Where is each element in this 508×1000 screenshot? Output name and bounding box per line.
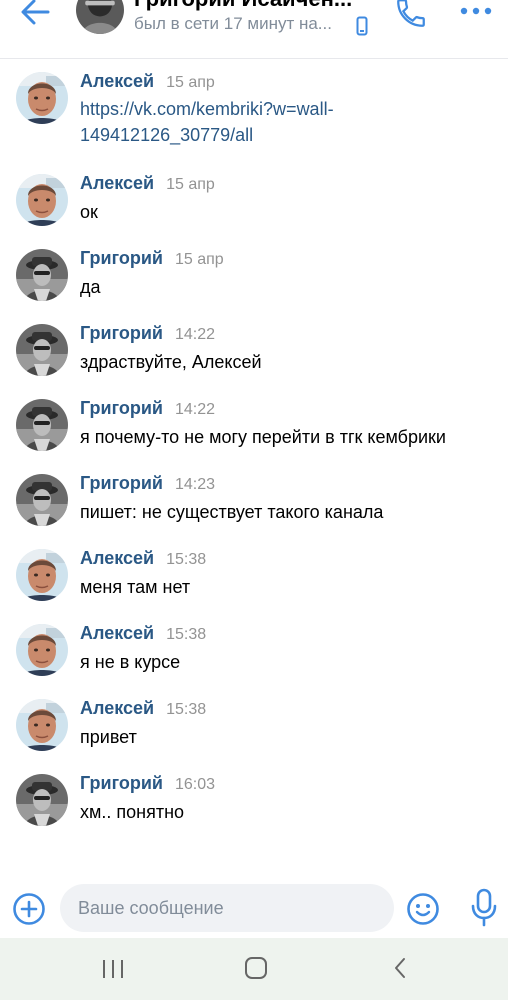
mobile-phone-icon bbox=[356, 16, 368, 36]
message-link[interactable]: https://vk.com/kembriki?w=wall-149412126… bbox=[80, 96, 480, 148]
avatar[interactable] bbox=[16, 324, 68, 376]
avatar[interactable] bbox=[16, 549, 68, 601]
message-composer bbox=[0, 876, 508, 938]
message-time: 16:03 bbox=[174, 776, 216, 793]
author-name: Григорий bbox=[80, 248, 163, 268]
avatar-image-grigory bbox=[16, 399, 68, 451]
avatar-image-alexey bbox=[16, 72, 68, 124]
author-name: Алексей bbox=[80, 548, 155, 568]
avatar-image-grigory bbox=[16, 774, 68, 826]
avatar[interactable] bbox=[16, 774, 68, 826]
phone-icon bbox=[397, 0, 425, 27]
message-time: 15:38 bbox=[166, 701, 207, 718]
microphone-button[interactable] bbox=[470, 888, 498, 928]
chevron-left-icon bbox=[395, 958, 405, 978]
author-name: Григорий bbox=[80, 473, 163, 493]
microphone-icon bbox=[471, 888, 497, 927]
message-author[interactable]: Григорий 14:23 bbox=[80, 473, 215, 494]
message-author[interactable]: Алексей 15:38 bbox=[80, 548, 206, 569]
arrow-left-icon bbox=[21, 0, 50, 25]
avatar[interactable] bbox=[16, 72, 68, 124]
avatar[interactable] bbox=[16, 624, 68, 676]
message-author[interactable]: Алексей 15 апр bbox=[80, 173, 215, 194]
message-time: 15 апр bbox=[166, 74, 215, 91]
avatar-image-alexey bbox=[16, 549, 68, 601]
avatar[interactable] bbox=[16, 399, 68, 451]
message-text: меня там нет bbox=[80, 577, 191, 597]
home-button[interactable] bbox=[244, 956, 268, 980]
message-text: ок bbox=[80, 202, 98, 222]
avatar-image-grigory bbox=[16, 249, 68, 301]
message-time: 15:38 bbox=[166, 626, 207, 643]
message-time: 15 апр bbox=[174, 251, 224, 268]
message-input[interactable] bbox=[60, 884, 394, 932]
system-back-button[interactable] bbox=[392, 956, 408, 980]
more-dots-icon bbox=[460, 7, 492, 15]
message-author[interactable]: Григорий 14:22 bbox=[80, 323, 215, 344]
message-text: здраствуйте, Алексей bbox=[80, 352, 262, 372]
contact-status: был в сети 17 минут на... bbox=[134, 14, 332, 33]
avatar-image-grigory bbox=[16, 324, 68, 376]
author-name: Алексей bbox=[80, 623, 155, 643]
recents-button[interactable] bbox=[100, 958, 126, 980]
message-author[interactable]: Григорий 16:03 bbox=[80, 773, 215, 794]
author-name: Григорий bbox=[80, 323, 163, 343]
avatar[interactable] bbox=[16, 174, 68, 226]
chat-header: Григорий Исайчен... был в сети 17 минут … bbox=[0, 0, 508, 56]
avatar[interactable] bbox=[16, 249, 68, 301]
avatar-image-alexey bbox=[16, 624, 68, 676]
message-text: привет bbox=[80, 727, 137, 747]
avatar-image-grigory bbox=[16, 474, 68, 526]
contact-name[interactable]: Григорий Исайчен... bbox=[134, 0, 364, 12]
message-time: 15 апр bbox=[166, 176, 215, 193]
author-name: Григорий bbox=[80, 398, 163, 418]
message-time: 14:22 bbox=[174, 326, 216, 343]
header-avatar[interactable] bbox=[76, 0, 124, 34]
avatar-image-alexey bbox=[16, 174, 68, 226]
message-author[interactable]: Алексей 15:38 bbox=[80, 698, 206, 719]
message-time: 15:38 bbox=[166, 551, 207, 568]
message-author[interactable]: Алексей 15 апр bbox=[80, 71, 215, 92]
author-name: Алексей bbox=[80, 698, 155, 718]
avatar-image-alexey bbox=[16, 699, 68, 751]
message-text: я почему-то не могу перейти в тгк кембри… bbox=[80, 427, 446, 447]
message-author[interactable]: Григорий 15 апр bbox=[80, 248, 224, 269]
smile-icon bbox=[407, 893, 439, 925]
more-button[interactable] bbox=[458, 4, 494, 18]
system-nav-bar bbox=[0, 938, 508, 1000]
attach-button[interactable] bbox=[12, 892, 46, 926]
avatar[interactable] bbox=[16, 474, 68, 526]
avatar[interactable] bbox=[16, 699, 68, 751]
author-name: Григорий bbox=[80, 773, 163, 793]
author-name: Алексей bbox=[80, 173, 155, 193]
message-author[interactable]: Алексей 15:38 bbox=[80, 623, 206, 644]
call-button[interactable] bbox=[394, 0, 428, 30]
message-author[interactable]: Григорий 14:22 bbox=[80, 398, 215, 419]
message-text: пишет: не существует такого канала bbox=[80, 502, 384, 522]
emoji-button[interactable] bbox=[406, 892, 440, 926]
back-button[interactable] bbox=[18, 0, 54, 28]
author-name: Алексей bbox=[80, 71, 155, 91]
message-time: 14:23 bbox=[174, 476, 216, 493]
message-time: 14:22 bbox=[174, 401, 216, 418]
home-icon bbox=[245, 957, 267, 979]
recents-icon bbox=[103, 960, 123, 978]
header-divider bbox=[0, 58, 508, 59]
message-text: хм.. понятно bbox=[80, 802, 185, 822]
avatar-image-grigory bbox=[76, 0, 124, 34]
plus-circle-icon bbox=[13, 893, 45, 925]
message-text: я не в курсе bbox=[80, 652, 181, 672]
message-text: да bbox=[80, 277, 101, 297]
